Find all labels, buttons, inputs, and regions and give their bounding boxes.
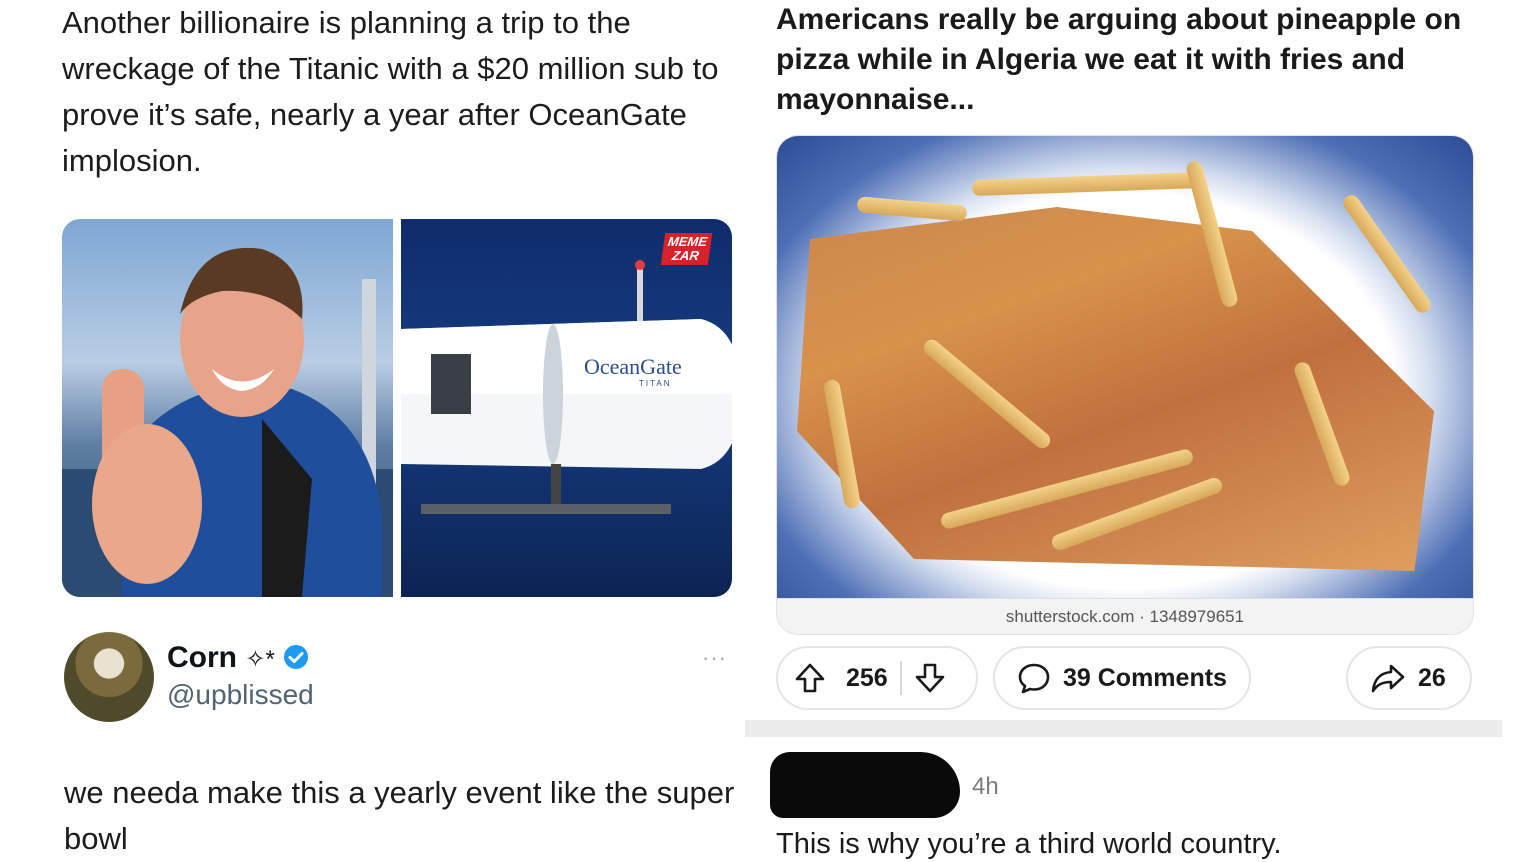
downvote-icon[interactable]	[914, 662, 946, 694]
billionaire-photo[interactable]	[62, 219, 393, 597]
fry	[856, 196, 968, 222]
comments-button[interactable]: 39 Comments	[993, 646, 1251, 710]
name-decoration: ✧*	[245, 646, 275, 673]
submarine-illustration	[401, 260, 732, 514]
more-options-icon[interactable]: ···	[702, 645, 727, 671]
share-arrow-icon	[1370, 662, 1406, 694]
share-count: 26	[1418, 663, 1446, 692]
fry	[1340, 192, 1434, 316]
user-handle[interactable]: @upblissed	[167, 678, 314, 712]
comment-timestamp: 4h	[972, 773, 999, 800]
avatar[interactable]	[64, 632, 154, 722]
display-name[interactable]: Corn ✧*	[167, 640, 309, 679]
section-divider	[745, 720, 1502, 737]
billionaire-illustration	[62, 247, 393, 597]
image-caption: shutterstock.com · 1348979651	[777, 598, 1473, 634]
titan-label: TITAN	[639, 379, 672, 388]
fry	[971, 171, 1203, 197]
upvote-icon[interactable]	[794, 662, 826, 694]
share-button[interactable]: 26	[1346, 646, 1472, 710]
post-title[interactable]: Americans really be arguing about pineap…	[776, 0, 1496, 120]
upvote-count: 256	[846, 663, 888, 692]
reply-text: we needa make this a yearly event like t…	[64, 775, 735, 856]
vote-divider	[899, 661, 902, 695]
post-image[interactable]: shutterstock.com · 1348979651	[776, 135, 1474, 635]
tweet-media-grid[interactable]: MEME ZAR OceanGate TITAN	[62, 219, 732, 597]
tweet-text: Another billionaire is planning a trip t…	[62, 5, 719, 178]
meme-zar-watermark: MEME ZAR	[660, 233, 713, 265]
vote-bar: 256	[776, 646, 978, 710]
plate-illustration	[777, 136, 1473, 599]
submarine-photo[interactable]: MEME ZAR OceanGate TITAN	[401, 219, 732, 597]
redacted-avatar	[775, 795, 845, 813]
oceangate-logo: OceanGate	[584, 354, 682, 379]
comment-bubble-icon	[1017, 662, 1051, 694]
verified-badge-icon	[283, 643, 309, 679]
pizza-illustration	[797, 207, 1434, 571]
comments-label: 39 Comments	[1063, 663, 1227, 692]
comment-text: This is why you’re a third world country…	[776, 828, 1282, 860]
